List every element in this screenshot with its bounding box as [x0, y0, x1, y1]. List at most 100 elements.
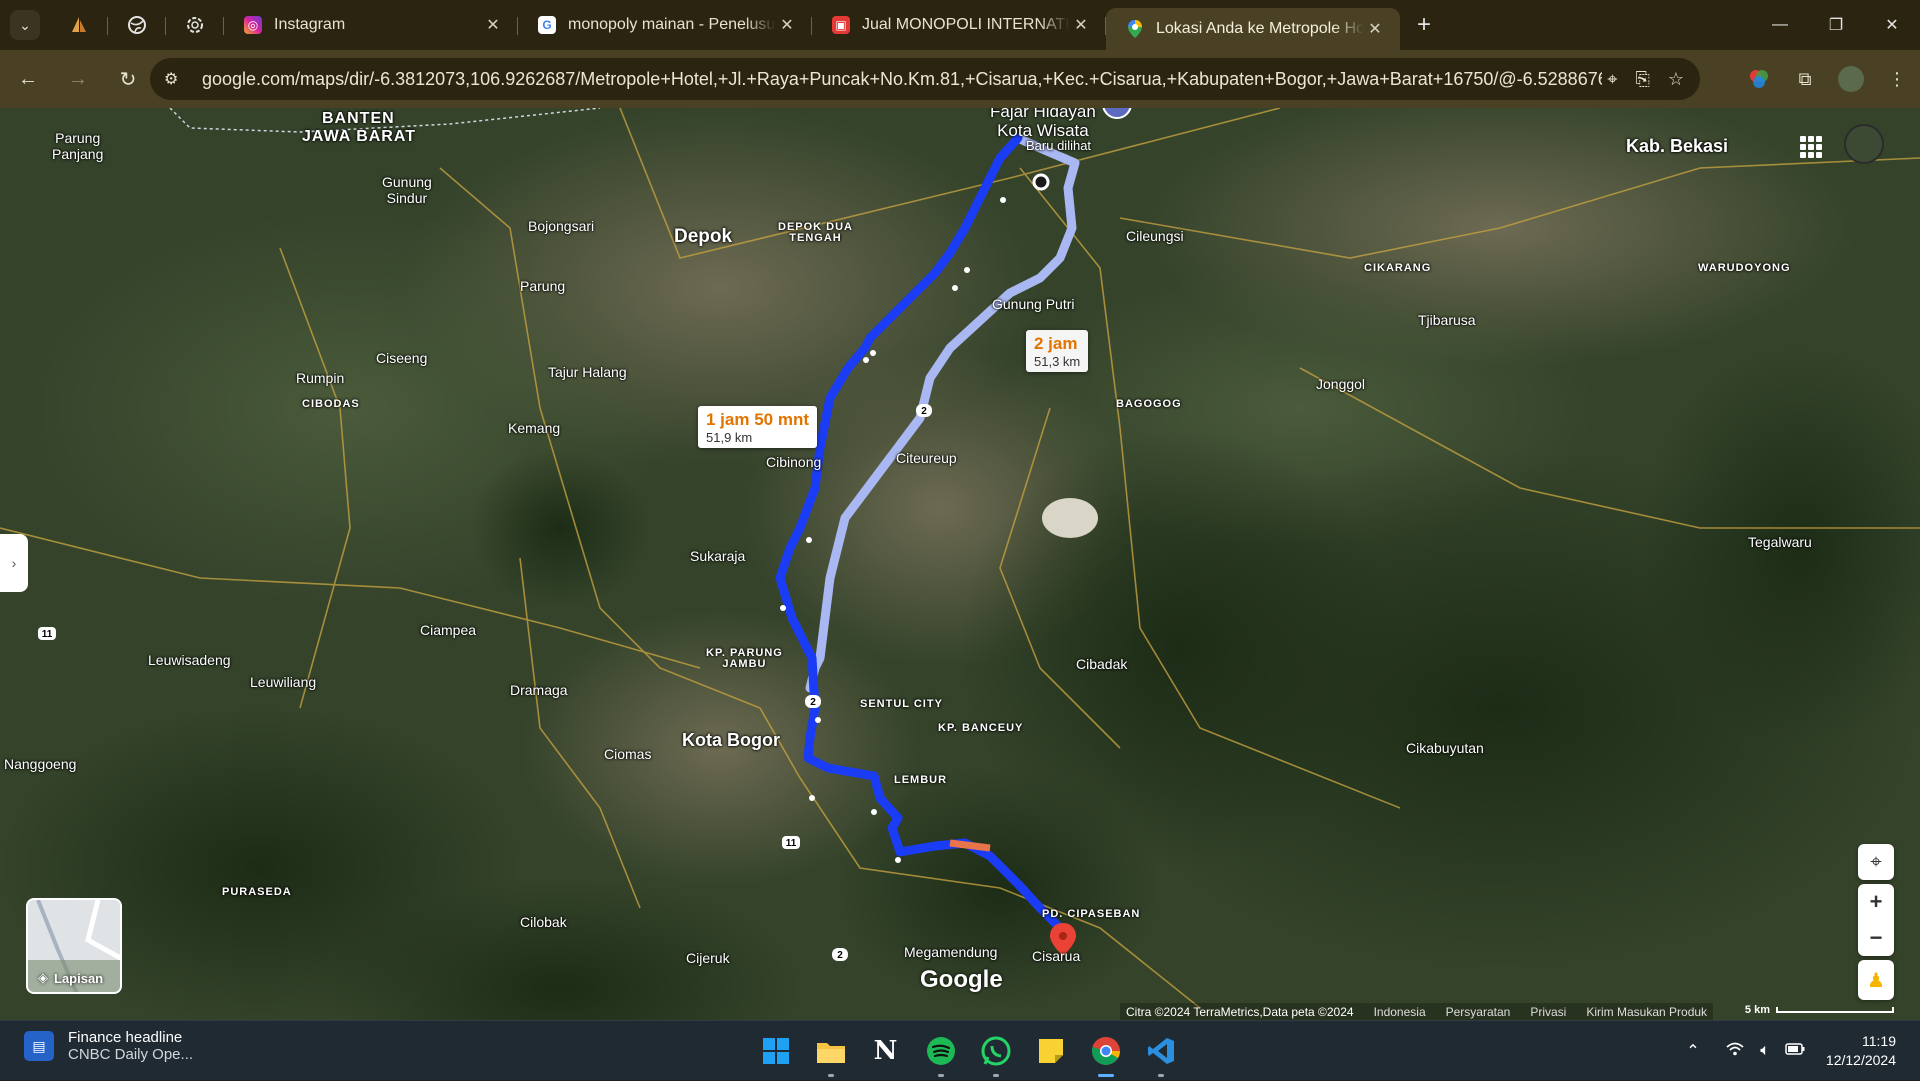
layers-icon: ◈: [38, 970, 48, 985]
site-settings-icon[interactable]: ⚙: [164, 69, 190, 89]
map-label: BANTEN: [322, 110, 395, 127]
tab-google-search[interactable]: G monopoly mainan - Penelusuran ✕: [518, 0, 812, 50]
globe-icon: [128, 16, 146, 34]
route-duration: 1 jam 50 mnt: [706, 410, 809, 429]
map-label: SENTUL CITY: [860, 698, 943, 710]
map-label: KP. PARUNG JAMBU: [706, 647, 783, 670]
map-label: Sukaraja: [690, 548, 746, 564]
footer-link[interactable]: Privasi: [1530, 1005, 1566, 1019]
location-pin-icon[interactable]: ⌖: [1607, 69, 1617, 90]
restore-icon[interactable]: ❐: [1808, 0, 1864, 50]
tab-search-button[interactable]: ⌄: [0, 0, 50, 50]
close-icon[interactable]: ✕: [1070, 15, 1092, 35]
map-label: Gunung Putri: [992, 296, 1075, 312]
taskbar-apps: N: [748, 1021, 1188, 1081]
map-label: Cibadak: [1076, 656, 1128, 672]
profile-avatar[interactable]: [1838, 66, 1864, 92]
map-label: Cikabuyutan: [1406, 740, 1484, 756]
show-hidden-icons-chevron-icon[interactable]: ⌃: [1678, 1041, 1708, 1061]
pinned-tab-1[interactable]: [50, 0, 108, 50]
battery-icon[interactable]: [1780, 1042, 1810, 1060]
volume-icon[interactable]: 🔈︎: [1750, 1042, 1780, 1060]
extensions-puzzle-icon[interactable]: ⧉: [1782, 69, 1828, 90]
map-label: Megamendung: [904, 944, 998, 960]
layers-button[interactable]: ◈ Lapisan: [26, 898, 122, 994]
map-scale[interactable]: 5 km: [1745, 1004, 1894, 1016]
forward-button[interactable]: →: [56, 57, 100, 101]
install-app-icon[interactable]: ⎘: [1635, 69, 1649, 90]
map-canvas[interactable]: 2 2 11 11 2 BANTEN JAWA BARAT Parung Pan…: [0, 108, 1920, 1020]
taskbar-app-spotify[interactable]: [913, 1021, 968, 1081]
close-icon[interactable]: ✕: [482, 15, 504, 35]
chrome-icon: [1091, 1036, 1120, 1065]
map-label: Ciomas: [604, 746, 652, 762]
map-label: Kab. Bekasi: [1626, 136, 1729, 156]
footer-link[interactable]: Indonesia: [1374, 1005, 1426, 1019]
map-label: Dramaga: [510, 682, 568, 698]
map-label: Tegalwaru: [1748, 534, 1812, 550]
sail-icon: [72, 17, 86, 32]
color-extension-icon[interactable]: [1736, 68, 1782, 90]
minimize-icon[interactable]: —: [1752, 0, 1808, 50]
route-info-alternate[interactable]: 2 jam 51,3 km: [1026, 330, 1089, 372]
footer-link[interactable]: Persyaratan: [1446, 1005, 1511, 1019]
taskbar-app-whatsapp[interactable]: [968, 1021, 1023, 1081]
map-label: Nanggoeng: [4, 756, 77, 772]
reload-button[interactable]: ↻: [106, 57, 150, 101]
expand-side-panel-button[interactable]: ›: [0, 534, 28, 592]
tab-strip: ⌄ ◎ Instagram ✕ G monopoly mainan - Pene…: [0, 0, 1920, 50]
map-label: Cilobak: [520, 914, 567, 930]
arrow-left-icon: ←: [18, 67, 38, 90]
map-label: Ciampea: [420, 622, 477, 638]
tab-shop[interactable]: ▣ Jual MONOPOLI INTERNATIONAL ✕: [812, 0, 1106, 50]
map-label: Cileungsi: [1126, 228, 1184, 244]
more-menu-icon[interactable]: ⋮: [1874, 69, 1920, 90]
footer-link[interactable]: Kirim Masukan Produk: [1586, 1005, 1707, 1019]
taskbar-app-explorer[interactable]: [803, 1021, 858, 1081]
windows-start-button[interactable]: [748, 1021, 803, 1081]
road-shield: 11: [42, 629, 53, 640]
wifi-icon[interactable]: [1720, 1042, 1750, 1061]
news-widget[interactable]: ▤ Finance headline CNBC Daily Ope...: [24, 1029, 193, 1063]
scale-label: 5 km: [1744, 1004, 1770, 1016]
route-distance: 51,9 km: [706, 430, 753, 445]
google-apps-icon[interactable]: [1800, 136, 1822, 158]
news-title: Finance headline: [68, 1029, 183, 1046]
street-view-pegman-icon[interactable]: ♟: [1858, 960, 1894, 1000]
map-label: Cibinong: [766, 454, 822, 470]
map-label: PD. CIPASEBAN: [1042, 908, 1141, 920]
pinned-tab-3[interactable]: [166, 0, 224, 50]
my-location-button[interactable]: ⌖: [1858, 844, 1894, 880]
map-label: DEPOK DUA TENGAH: [778, 221, 854, 244]
tab-title: Jual MONOPOLI INTERNATIONAL: [862, 16, 1070, 33]
back-button[interactable]: ←: [6, 57, 50, 101]
tab-maps[interactable]: Lokasi Anda ke Metropole Hotel ✕: [1106, 8, 1400, 50]
taskbar-app-notion[interactable]: N: [858, 1021, 913, 1081]
file-explorer-icon: [816, 1043, 845, 1063]
zoom-out-button[interactable]: −: [1870, 925, 1883, 951]
maps-pin-icon: [1126, 20, 1144, 38]
zoom-in-button[interactable]: +: [1870, 889, 1883, 915]
bookmark-star-icon[interactable]: ☆: [1668, 69, 1684, 90]
route-info-primary[interactable]: 1 jam 50 mnt 51,9 km: [698, 406, 817, 448]
tab-instagram[interactable]: ◎ Instagram ✕: [224, 0, 518, 50]
address-bar[interactable]: ⚙ google.com/maps/dir/-6.3812073,106.926…: [150, 58, 1700, 100]
new-tab-button[interactable]: +: [1400, 0, 1448, 50]
close-window-icon[interactable]: ✕: [1864, 0, 1920, 50]
map-label: Gunung Sindur: [382, 174, 432, 206]
account-avatar[interactable]: [1844, 124, 1884, 164]
taskbar-app-vscode[interactable]: [1133, 1021, 1188, 1081]
taskbar-app-chrome[interactable]: [1078, 1021, 1133, 1081]
pinned-tab-2[interactable]: [108, 0, 166, 50]
map-label: Fajar Hidayah Kota Wisata: [990, 108, 1096, 140]
taskbar-app-sticky-notes[interactable]: [1023, 1021, 1078, 1081]
sticky-notes-icon: [1038, 1039, 1063, 1063]
satellite-map: 2 2 11 11 2: [0, 108, 1920, 1020]
vscode-icon: [1147, 1038, 1174, 1064]
arrow-right-icon: →: [68, 67, 88, 90]
url-text[interactable]: google.com/maps/dir/-6.3812073,106.92626…: [202, 69, 1602, 90]
map-label: KP. BANCEUY: [938, 722, 1024, 734]
system-clock[interactable]: 11:19 12/12/2024: [1810, 1032, 1920, 1070]
close-icon[interactable]: ✕: [776, 15, 798, 35]
close-icon[interactable]: ✕: [1364, 19, 1386, 39]
